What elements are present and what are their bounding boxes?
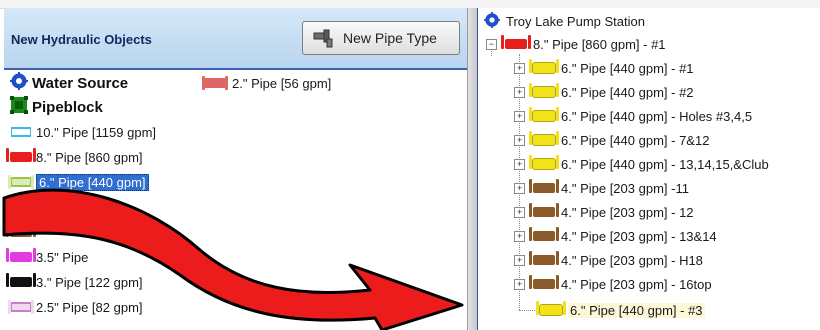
pipe-icon [529,251,559,265]
tree-node-label: 4." Pipe [203 gpm] - 13&14 [561,228,717,244]
gear-icon [10,72,28,94]
new-objects-header: New Hydraulic Objects New Pipe Type [4,8,467,70]
pipe-icon [6,248,36,262]
tree-node[interactable]: + 4." Pipe [203 gpm] - 13&14 [514,226,717,246]
pipe-icon [529,59,559,74]
expand-icon[interactable]: + [514,206,525,218]
expand-icon[interactable]: + [514,254,525,266]
pipe-icon [501,35,531,49]
new-pipe-type-button[interactable]: New Pipe Type [302,21,460,55]
list-item-label: 2.5" Pipe [82 gpm] [36,299,143,315]
tree-node-label: 6." Pipe [440 gpm] - #3 [568,302,705,318]
tree-node-label: 6." Pipe [440 gpm] - 7&12 [561,132,710,148]
tree-root[interactable]: Troy Lake Pump Station [484,11,645,31]
pipeblock-icon [10,96,28,118]
list-item-label: Pipeblock [32,98,103,116]
tree-node-label: 6." Pipe [440 gpm] - Holes #3,4,5 [561,108,753,124]
list-item-label: 3.5" Pipe [36,249,89,265]
network-tree-panel: Troy Lake Pump Station − 8." Pipe [860 g… [478,8,820,330]
pipe-icon [529,227,559,241]
pipe-icon [6,273,36,287]
tree-node[interactable]: + 6." Pipe [440 gpm] - 7&12 [514,130,709,150]
tree-node[interactable]: + 6." Pipe [440 gpm] - #2 [514,82,694,102]
pipe-icon [529,107,559,122]
pipe-icon [202,76,228,90]
tree-node[interactable]: + 4." Pipe [203 gpm] -11 [514,178,689,198]
expand-icon[interactable]: + [514,62,525,74]
pipe-icon [536,301,566,316]
tree-node-label: 4." Pipe [203 gpm] - H18 [561,252,703,268]
expand-icon[interactable]: + [514,134,525,146]
faucet-icon [313,27,333,49]
expand-icon[interactable]: + [514,182,525,194]
tree-root-label: Troy Lake Pump Station [506,13,645,29]
list-item-6in-pipe[interactable]: 6." Pipe [440 gpm] [8,172,149,192]
new-pipe-type-label: New Pipe Type [343,30,437,46]
expand-icon[interactable]: + [514,158,525,170]
new-objects-panel: New Hydraulic Objects New Pipe Type Wate… [4,8,467,330]
pipe-icon [529,131,559,146]
tree-node[interactable]: + 6." Pipe [440 gpm] - #1 [514,58,694,78]
list-item-10in-pipe[interactable]: 10." Pipe [1159 gpm] [8,122,157,142]
list-item-8in-pipe[interactable]: 8." Pipe [860 gpm] [6,147,143,167]
list-item-3in-pipe[interactable]: 3." Pipe [122 gpm] [6,272,143,292]
tree-node[interactable]: + 4." Pipe [203 gpm] - 12 [514,202,694,222]
expand-icon[interactable]: + [514,230,525,242]
pipe-icon [529,203,559,217]
tree-node-label: 4." Pipe [203 gpm] - 16top [561,276,712,292]
list-item-label: Water Source [32,74,129,92]
pipe-icon [529,275,559,289]
list-item-water-source[interactable]: Water Source [10,72,129,94]
tree-node-label: 4." Pipe [203 gpm] - 12 [561,204,694,220]
gear-icon [484,11,500,31]
pipe-icon [529,155,559,170]
pipe-icon [529,179,559,193]
pipe-icon [6,223,36,237]
pipe-icon [529,83,559,98]
pipe-icon [8,175,34,189]
list-item-obscured-green[interactable] [6,197,36,217]
panel-title: New Hydraulic Objects [11,32,152,47]
pipe-icon [6,148,36,162]
tree-node-label: 6." Pipe [440 gpm] - #1 [561,60,694,76]
object-list: Water Source 2." Pipe [56 gpm] Pipeblock [4,70,467,330]
list-item-label: 8." Pipe [860 gpm] [36,149,143,165]
list-item-3-5in-pipe[interactable]: 3.5" Pipe [6,247,89,267]
list-item-label: 3." Pipe [122 gpm] [36,274,143,290]
pipe-icon [6,198,36,212]
tree-node-label: 8." Pipe [860 gpm] - #1 [533,36,666,52]
list-item-label: 10." Pipe [1159 gpm] [36,124,157,140]
collapse-icon[interactable]: − [486,38,497,50]
tree-node-label: 6." Pipe [440 gpm] - 13,14,15,&Club [561,156,769,172]
tree-node[interactable]: + 6." Pipe [440 gpm] - Holes #3,4,5 [514,106,752,126]
tree-node[interactable]: + 6." Pipe [440 gpm] - 13,14,15,&Club [514,154,769,174]
tree-node-label: 4." Pipe [203 gpm] -11 [561,180,689,196]
tree-node[interactable]: + 4." Pipe [203 gpm] - H18 [514,250,703,270]
list-item-label: 2." Pipe [56 gpm] [232,75,332,91]
expand-icon[interactable]: + [514,86,525,98]
list-item-2in-pipe[interactable]: 2." Pipe [56 gpm] [202,73,332,93]
tree-node-new[interactable]: 6." Pipe [440 gpm] - #3 [536,300,705,320]
list-item-2-5in-pipe[interactable]: 2.5" Pipe [82 gpm] [8,297,143,317]
expand-icon[interactable]: + [514,278,525,290]
tree-connector [519,310,537,311]
tree-node[interactable]: + 4." Pipe [203 gpm] - 16top [514,274,712,294]
tree-node-main-pipe[interactable]: − 8." Pipe [860 gpm] - #1 [486,34,666,54]
pipe-icon [8,300,34,314]
list-item-pipeblock[interactable]: Pipeblock [10,96,103,118]
list-item-label-selected: 6." Pipe [440 gpm] [36,173,149,191]
pipe-icon [8,125,34,139]
expand-icon[interactable]: + [514,110,525,122]
list-item-obscured-brown[interactable] [6,222,36,242]
tree-node-label: 6." Pipe [440 gpm] - #2 [561,84,694,100]
